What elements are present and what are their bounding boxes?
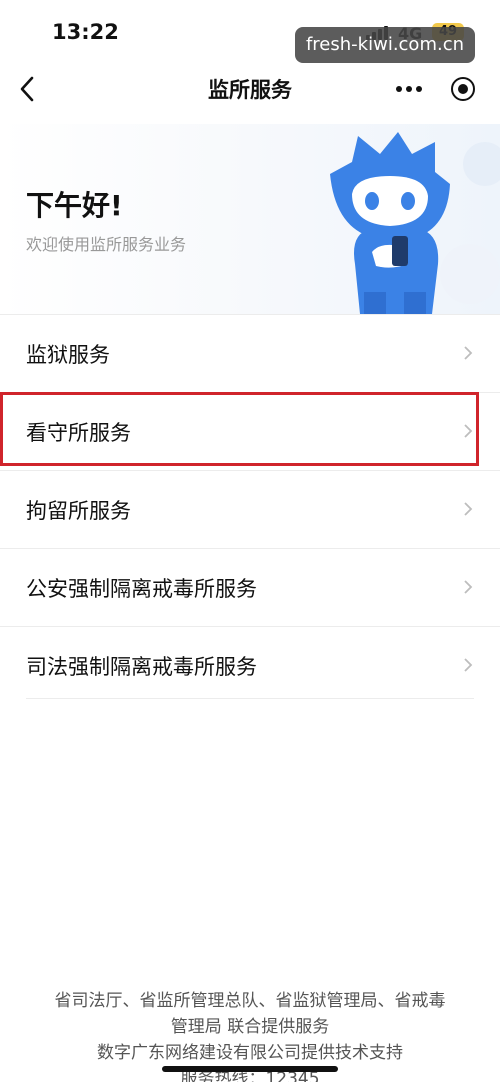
chevron-right-icon — [464, 580, 473, 594]
more-icon[interactable] — [394, 78, 424, 98]
list-divider — [26, 698, 474, 699]
service-list: 监狱服务 看守所服务 拘留所服务 公安强制隔离戒毒所服务 司法强制隔离戒毒所服务 — [0, 314, 500, 704]
page: 13:22 4G 49 fresh-kiwi.com.cn 监所服务 下午好! … — [0, 0, 500, 1082]
list-item-label: 监狱服务 — [26, 343, 110, 367]
home-indicator — [162, 1066, 338, 1072]
list-item-police-rehab-service[interactable]: 公安强制隔离戒毒所服务 — [0, 548, 500, 626]
list-item-prison-service[interactable]: 监狱服务 — [0, 314, 500, 392]
close-target-icon[interactable] — [451, 77, 475, 101]
watermark: fresh-kiwi.com.cn — [295, 27, 475, 63]
chevron-right-icon — [464, 346, 473, 360]
highlight-box — [0, 392, 479, 466]
footer-line: 管理局 联合提供服务 — [170, 1017, 330, 1037]
hero-banner: 下午好! 欢迎使用监所服务业务 — [0, 124, 500, 314]
page-title: 监所服务 — [208, 78, 292, 102]
chevron-right-icon — [464, 658, 473, 672]
list-item-custody-service[interactable]: 拘留所服务 — [0, 470, 500, 548]
greeting-subtitle: 欢迎使用监所服务业务 — [26, 235, 187, 254]
list-item-label: 公安强制隔离戒毒所服务 — [26, 577, 257, 601]
status-time: 13:22 — [52, 20, 119, 44]
chevron-right-icon — [464, 502, 473, 516]
footer-line: 数字广东网络建设有限公司提供技术支持 — [97, 1043, 403, 1063]
greeting: 下午好! — [26, 189, 123, 222]
mascot-illustration — [330, 132, 500, 314]
nav-bar: 监所服务 — [0, 64, 500, 114]
footer-line: 省司法厅、省监所管理总队、省监狱管理局、省戒毒 — [54, 991, 446, 1011]
list-item-judicial-rehab-service[interactable]: 司法强制隔离戒毒所服务 — [0, 626, 500, 704]
list-item-label: 司法强制隔离戒毒所服务 — [26, 655, 257, 679]
list-item-label: 拘留所服务 — [26, 499, 131, 523]
